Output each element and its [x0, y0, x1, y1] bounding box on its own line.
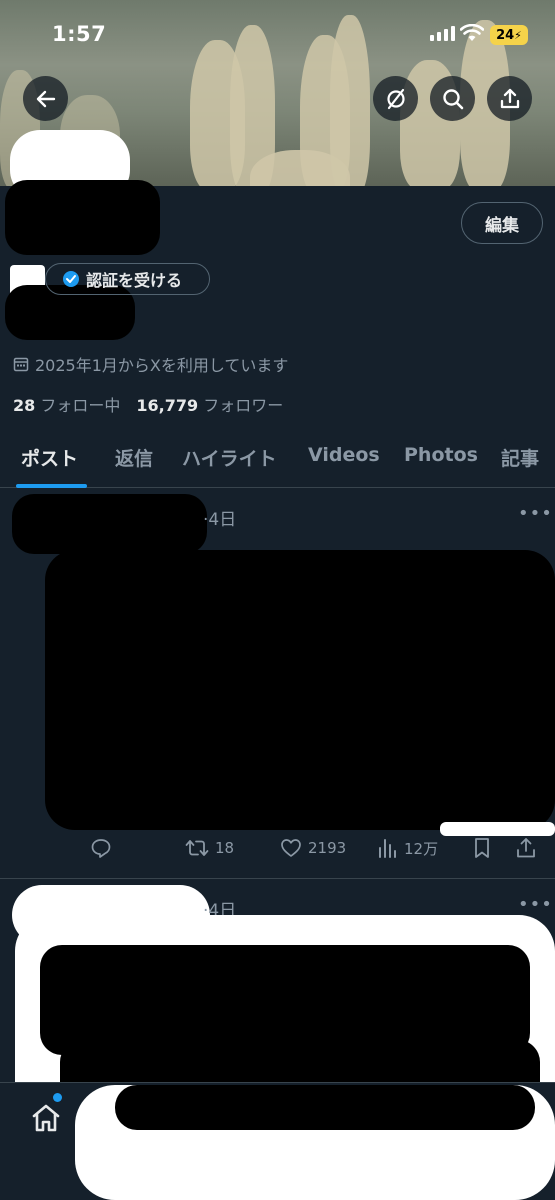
battery-icon: 24 ⚡ — [490, 25, 528, 45]
analytics-icon — [379, 839, 396, 858]
status-time: 1:57 — [52, 22, 107, 46]
view-count: 12万 — [404, 839, 439, 858]
redaction-mark — [40, 945, 530, 1055]
followers-label: フォロワー — [203, 396, 284, 415]
post-divider — [0, 878, 555, 879]
active-tab-indicator — [16, 484, 87, 488]
bookmark-button[interactable] — [473, 837, 491, 859]
more-options-icon[interactable]: ••• — [518, 503, 553, 524]
redaction-mark — [12, 494, 207, 554]
share-post-button[interactable] — [515, 837, 537, 859]
home-icon — [32, 1104, 60, 1132]
following-link[interactable]: 28 フォロー中 — [13, 392, 120, 416]
search-button[interactable] — [430, 76, 475, 121]
following-count: 28 — [13, 396, 36, 415]
redaction-mark — [5, 180, 160, 255]
repost-icon — [185, 840, 209, 856]
notifications-off-button[interactable] — [373, 76, 418, 121]
redaction-mark — [115, 1085, 535, 1130]
tab-replies[interactable]: 返信 — [115, 444, 153, 471]
get-verified-label: 認証を受ける — [86, 271, 183, 290]
followers-link[interactable]: 16,779 フォロワー — [136, 392, 283, 416]
followers-count: 16,779 — [136, 396, 199, 415]
like-button[interactable]: 2193 — [280, 837, 346, 859]
like-count: 2193 — [308, 839, 347, 857]
join-date-text: 2025年1月からXを利用しています — [35, 356, 289, 375]
battery-level: 24 — [496, 27, 515, 43]
verified-badge-icon — [63, 271, 79, 287]
home-tab[interactable] — [30, 1103, 62, 1137]
search-icon — [442, 88, 463, 109]
tab-videos[interactable]: Videos — [308, 444, 380, 466]
share-icon — [517, 838, 535, 858]
profile-tabs: ポスト 返信 ハイライト Videos Photos 記事 — [0, 436, 555, 488]
arrow-left-icon — [36, 90, 55, 107]
bookmark-icon — [475, 838, 489, 858]
wifi-icon — [459, 23, 485, 46]
get-verified-button[interactable]: 認証を受ける — [45, 263, 210, 295]
share-icon — [500, 88, 519, 108]
calendar-icon — [13, 357, 29, 372]
post-actions: 18 2193 12万 — [0, 832, 555, 866]
following-label: フォロー中 — [40, 396, 121, 415]
back-button[interactable] — [23, 76, 68, 121]
tab-photos[interactable]: Photos — [404, 444, 478, 466]
tab-highlights[interactable]: ハイライト — [182, 444, 277, 471]
reply-icon — [91, 839, 111, 858]
no-notifications-icon — [386, 88, 405, 109]
share-button[interactable] — [487, 76, 532, 121]
heart-icon — [281, 839, 301, 857]
join-date: 2025年1月からXを利用しています — [13, 352, 288, 376]
repost-count: 18 — [215, 839, 235, 857]
views-button[interactable]: 12万 — [378, 837, 438, 859]
repost-button[interactable]: 18 — [185, 837, 234, 859]
new-posts-indicator — [53, 1093, 62, 1102]
more-options-icon[interactable]: ••• — [518, 894, 553, 915]
reply-button[interactable] — [90, 837, 112, 859]
tab-articles[interactable]: 記事 — [501, 444, 539, 471]
cellular-signal-icon — [430, 26, 455, 41]
post-time-text: 4日 — [208, 510, 237, 530]
follow-stats: 28 フォロー中 16,779 フォロワー — [13, 392, 283, 416]
edit-profile-button[interactable]: 編集 — [461, 202, 543, 244]
status-bar: 1:57 24 ⚡ — [0, 0, 555, 70]
redaction-mark — [45, 550, 555, 830]
tab-posts[interactable]: ポスト — [21, 444, 78, 471]
post-time: ·4日 — [203, 510, 237, 530]
